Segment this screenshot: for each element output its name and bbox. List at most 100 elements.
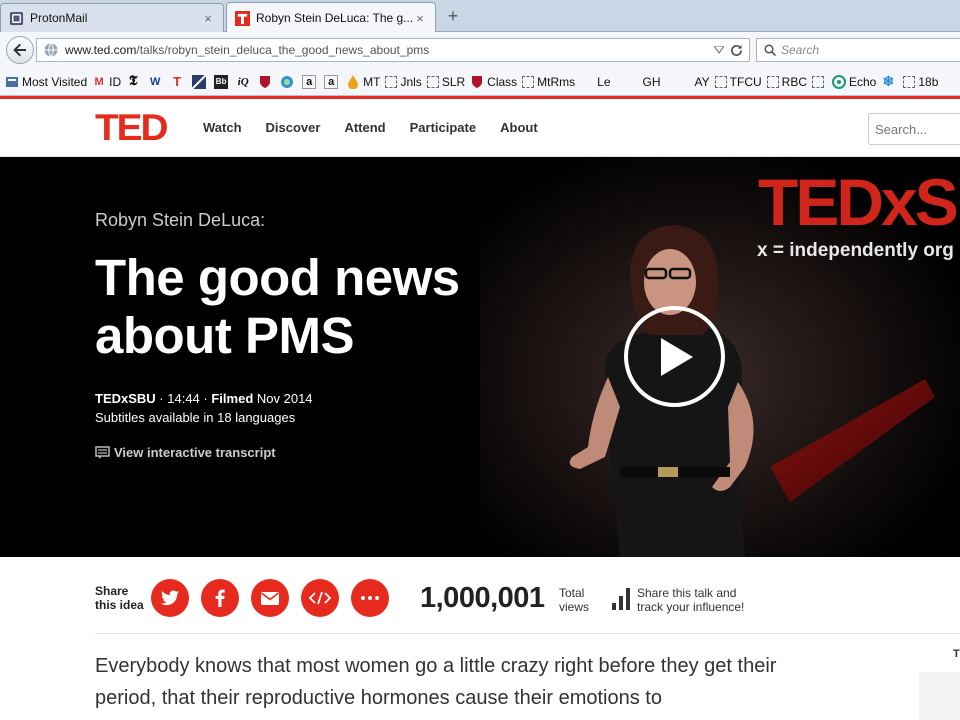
bookmark-ted[interactable]: T [170,72,187,92]
arrow-left-icon [13,43,26,57]
transcript-link[interactable]: View interactive transcript [95,445,276,460]
page-icon [812,75,824,88]
page-icon [385,75,398,88]
bookmark-shield[interactable] [258,72,275,92]
talk-meta: TEDxSBU · 14:44 · Filmed Nov 2014 [95,391,313,406]
bookmark-label: Jnls [400,74,422,89]
bookmark-class[interactable]: Class [470,72,517,92]
bookmark-label: MT [363,74,381,89]
transcript-label: View interactive transcript [114,445,276,460]
bookmark-mtrms[interactable]: MtRms [522,72,575,92]
browser-search-input[interactable]: Search [756,38,960,62]
sidebar-fragment: T [953,648,960,660]
share-facebook-button[interactable] [201,579,239,617]
bookmark-amazon-2[interactable]: a [324,72,341,92]
bookmark-rbc[interactable]: RBC [766,72,807,92]
search-placeholder: Search [781,43,820,57]
protonmail-icon [9,11,24,25]
share-twitter-button[interactable] [151,579,189,617]
tab-title: Robyn Stein DeLuca: The g... [256,11,413,25]
view-count-label: Total views [559,586,589,614]
bookmark-blank[interactable] [812,72,827,92]
bookmark-jnls[interactable]: Jnls [385,72,422,92]
embed-code-icon [309,591,331,605]
bookmark-mt[interactable]: MT [346,72,380,92]
bookmark-label: TFCU [729,74,762,89]
ted-site-header: TED Watch Discover Attend Participate Ab… [0,99,960,157]
reload-icon[interactable] [730,44,743,57]
share-label-line: this idea [95,598,144,612]
bookmark-echo[interactable]: Echo [832,72,876,92]
blackboard-icon: Bb [214,74,229,89]
site-search-input[interactable]: Search... [868,113,960,145]
shield-icon [258,75,272,89]
share-email-button[interactable] [251,579,289,617]
play-button[interactable] [624,306,725,407]
snowflake-icon: ❄ [882,73,895,89]
nav-participate[interactable]: Participate [410,120,476,135]
bookmark-18b[interactable]: 18b [903,72,938,92]
ted-logo[interactable]: TED [95,109,168,146]
bookmark-wsj[interactable]: W [148,72,165,92]
bookmark-label: GH [642,74,661,89]
page-icon [426,75,439,88]
filmed-label: Filmed [211,391,254,406]
mail-icon [261,591,279,605]
bookmark-label: Echo [849,74,877,89]
share-influence-link[interactable]: Share this talk and track your influence! [612,586,744,614]
nav-discover[interactable]: Discover [266,120,321,135]
bookmark-label: AY [694,74,710,89]
bookmark-iq[interactable]: iQ [236,72,253,92]
bookmark-label: RBC [781,74,807,89]
section-divider [95,633,960,634]
bookmark-nyt[interactable]: 𝕿 [126,72,143,92]
close-icon[interactable]: × [413,11,427,26]
bookmark-ay[interactable]: AY [695,72,710,92]
sidebar-panel [919,672,960,720]
filmed-date: Nov 2014 [256,391,313,406]
bookmark-slr[interactable]: SLR [426,72,466,92]
page-icon [903,75,916,88]
tab-ted-talk[interactable]: Robyn Stein DeLuca: The g... × [226,2,436,33]
bookmark-snowflake[interactable]: ❄ [881,72,898,92]
page-title: The good news about PMS [95,249,460,364]
address-bar[interactable]: www.ted.com/talks/robyn_stein_deluca_the… [36,38,750,62]
nav-attend[interactable]: Attend [344,120,385,135]
bookmark-tfcu[interactable]: TFCU [714,72,762,92]
slash-icon [192,74,207,89]
navigation-bar: www.ted.com/talks/robyn_stein_deluca_the… [0,32,960,68]
speaker-name[interactable]: Robyn Stein DeLuca: [95,210,265,231]
subtitles-info[interactable]: Subtitles available in 18 languages [95,410,295,425]
views-label-line: Total [559,586,585,600]
dropdown-arrow-icon[interactable] [714,46,724,54]
page-icon [714,75,727,88]
bookmark-bb[interactable]: Bb [214,72,231,92]
bookmark-edge[interactable] [280,72,297,92]
close-icon[interactable]: × [201,11,215,26]
bookmarks-toolbar: Most Visited M ID 𝕿 W T Bb iQ a a MT Jnl… [0,68,960,96]
event-name[interactable]: TEDxSBU [95,391,156,406]
bookmark-id[interactable]: M ID [92,72,122,92]
bookmark-amazon-1[interactable]: a [302,72,319,92]
back-button[interactable] [6,36,34,64]
nav-watch[interactable]: Watch [203,120,242,135]
bookmark-slash[interactable] [192,72,209,92]
backdrop-tedx-logo: TEDxS [758,165,957,239]
echo-icon [832,74,846,89]
new-tab-button[interactable]: + [444,6,462,26]
bar-chart-icon [612,588,630,610]
tab-protonmail[interactable]: ProtonMail × [0,3,224,32]
bookmark-label: SLR [441,74,466,89]
nav-about[interactable]: About [500,120,538,135]
page-icon [522,75,535,88]
bookmark-most-visited[interactable]: Most Visited [5,72,87,92]
bookmark-gh[interactable]: GH [643,72,661,92]
share-more-button[interactable] [351,579,389,617]
play-icon [660,337,693,376]
bookmark-label: Le [597,74,611,89]
ted-favicon-icon [235,10,250,26]
bookmark-folder-icon [5,75,19,89]
bookmark-label: ID [109,74,122,89]
bookmark-le[interactable]: Le [597,72,610,92]
share-embed-button[interactable] [301,579,339,617]
